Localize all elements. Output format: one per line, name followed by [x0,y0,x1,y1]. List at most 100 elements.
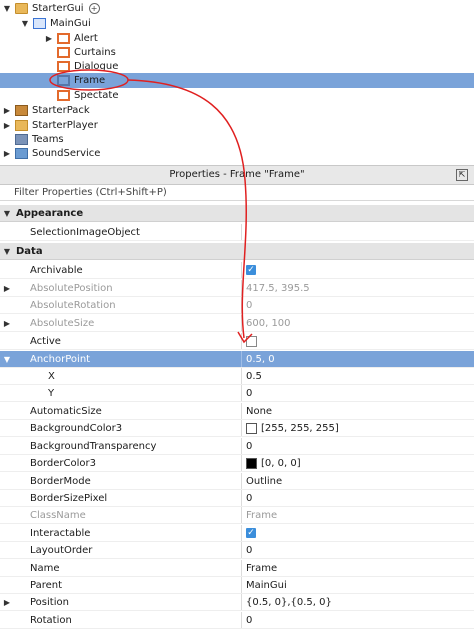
tree-item-label: Teams [32,134,64,145]
tree-item-curtains[interactable]: Curtains [0,45,474,60]
tree-item-alert[interactable]: ▶ Alert [0,31,474,46]
property-bordersizepixel[interactable]: BorderSizePixel 0 [0,490,474,507]
property-value[interactable]: MainGui [241,577,474,593]
category-appearance[interactable]: ▼ Appearance [0,205,474,222]
property-name: LayoutOrder [30,544,93,556]
tree-item-label: MainGui [50,18,91,29]
property-value[interactable]: 0.5, 0 [241,351,474,367]
frame-icon [57,61,70,72]
property-rotation[interactable]: Rotation 0 [0,612,474,629]
expand-arrow-icon[interactable]: ▶ [2,121,12,130]
property-value[interactable]: 0 [241,438,474,454]
color-swatch-black[interactable] [246,457,257,469]
property-value: 0 [241,297,474,313]
property-name: Rotation [30,614,72,626]
checkbox-unchecked-icon[interactable] [246,335,257,347]
property-automaticsize[interactable]: AutomaticSize None [0,403,474,420]
property-parent[interactable]: Parent MainGui [0,577,474,594]
color-swatch-white[interactable] [246,422,257,434]
property-anchorpoint[interactable]: ▼ AnchorPoint 0.5, 0 [0,351,474,368]
property-name: BorderColor3 [30,457,96,469]
property-name: X [48,370,55,382]
property-value[interactable]: [0, 0, 0] [261,458,301,469]
property-anchorpoint-x[interactable]: X 0.5 [0,368,474,385]
expand-arrow-icon[interactable]: ▶ [2,149,12,158]
property-name: BackgroundTransparency [30,440,157,452]
starterplayer-icon [15,120,28,131]
property-layoutorder[interactable]: LayoutOrder 0 [0,542,474,559]
property-interactable[interactable]: Interactable ✓ [0,525,474,542]
property-value: 417.5, 395.5 [241,280,474,296]
tree-item-teams[interactable]: Teams [0,132,474,147]
property-bordercolor3[interactable]: BorderColor3 [0, 0, 0] [0,455,474,472]
tree-item-frame[interactable]: Frame [0,73,474,88]
checkbox-checked-icon[interactable]: ✓ [246,265,256,275]
tree-item-label: SoundService [32,148,101,159]
collapse-arrow-icon[interactable]: ▼ [0,247,14,256]
property-classname[interactable]: ClassName Frame [0,507,474,524]
category-label: Data [16,245,43,257]
expand-arrow-icon[interactable]: ▶ [0,319,14,328]
category-data[interactable]: ▼ Data [0,243,474,260]
expand-arrow-icon[interactable]: ▶ [0,284,14,293]
property-backgroundtransparency[interactable]: BackgroundTransparency 0 [0,438,474,455]
tree-item-soundservice[interactable]: ▶ SoundService [0,146,474,161]
property-name: AbsoluteRotation [30,299,116,311]
property-name: Position [30,596,69,608]
add-object-icon[interactable]: + [88,3,100,14]
property-value[interactable]: {0.5, 0},{0.5, 0} [241,594,474,610]
collapse-arrow-icon[interactable]: ▼ [0,209,14,218]
property-absoluteposition[interactable]: ▶ AbsolutePosition 417.5, 395.5 [0,280,474,297]
expand-arrow-icon[interactable]: ▶ [0,598,14,607]
expand-arrow-icon[interactable]: ▶ [2,106,12,115]
property-name: AutomaticSize [30,405,102,417]
property-value[interactable]: [255, 255, 255] [261,423,339,434]
property-name: BackgroundColor3 [30,422,123,434]
property-name-row[interactable]: Name Frame [0,560,474,577]
property-value[interactable]: 0 [241,542,474,558]
property-anchorpoint-y[interactable]: Y 0 [0,385,474,402]
tree-item-spectate[interactable]: Spectate [0,88,474,103]
property-name: AbsolutePosition [30,282,113,294]
property-active[interactable]: Active [0,333,474,350]
property-value[interactable]: 0 [241,490,474,506]
filter-properties-input[interactable]: Filter Properties (Ctrl+Shift+P) [0,184,474,201]
startergui-icon [15,3,28,14]
property-backgroundcolor3[interactable]: BackgroundColor3 [255, 255, 255] [0,420,474,437]
expand-arrow-icon[interactable]: ▶ [44,34,54,43]
checkbox-checked-icon[interactable]: ✓ [246,528,256,538]
property-value[interactable]: Frame [241,560,474,576]
collapse-arrow-icon[interactable]: ▼ [2,4,12,13]
tree-item-maingui[interactable]: ▼ MainGui [0,16,474,31]
property-archivable[interactable]: Archivable ✓ [0,262,474,279]
property-selectionimageobject[interactable]: SelectionImageObject [0,224,474,241]
frame-icon [57,47,70,58]
property-absolutesize[interactable]: ▶ AbsoluteSize 600, 100 [0,315,474,332]
pin-icon[interactable]: ⇱ [456,169,468,181]
collapse-arrow-icon[interactable]: ▼ [0,355,14,364]
property-value[interactable]: None [241,403,474,419]
property-bordermode[interactable]: BorderMode Outline [0,473,474,490]
property-value[interactable] [241,224,474,240]
tree-item-label: Dialogue [74,61,119,72]
tree-item-starterplayer[interactable]: ▶ StarterPlayer [0,118,474,133]
tree-item-label: Frame [74,75,106,86]
tree-item-startergui[interactable]: ▼ StarterGui + [0,1,474,16]
property-position[interactable]: ▶ Position {0.5, 0},{0.5, 0} [0,594,474,611]
tree-item-starterpack[interactable]: ▶ StarterPack [0,103,474,118]
property-name: Interactable [30,527,91,539]
starterpack-icon [15,105,28,116]
property-absoluterotation[interactable]: AbsoluteRotation 0 [0,297,474,314]
property-name: Name [30,562,60,574]
property-value[interactable]: 0.5 [241,368,474,384]
tree-item-dialogue[interactable]: Dialogue [0,59,474,74]
property-value[interactable]: 0 [241,385,474,401]
property-value[interactable]: 0 [241,612,474,628]
collapse-arrow-icon[interactable]: ▼ [20,19,30,28]
property-name: BorderSizePixel [30,492,108,504]
property-value[interactable]: Outline [241,473,474,489]
property-name: Archivable [30,264,83,276]
property-name: ClassName [30,509,86,521]
property-name: BorderMode [30,475,91,487]
frame-icon [57,75,70,86]
